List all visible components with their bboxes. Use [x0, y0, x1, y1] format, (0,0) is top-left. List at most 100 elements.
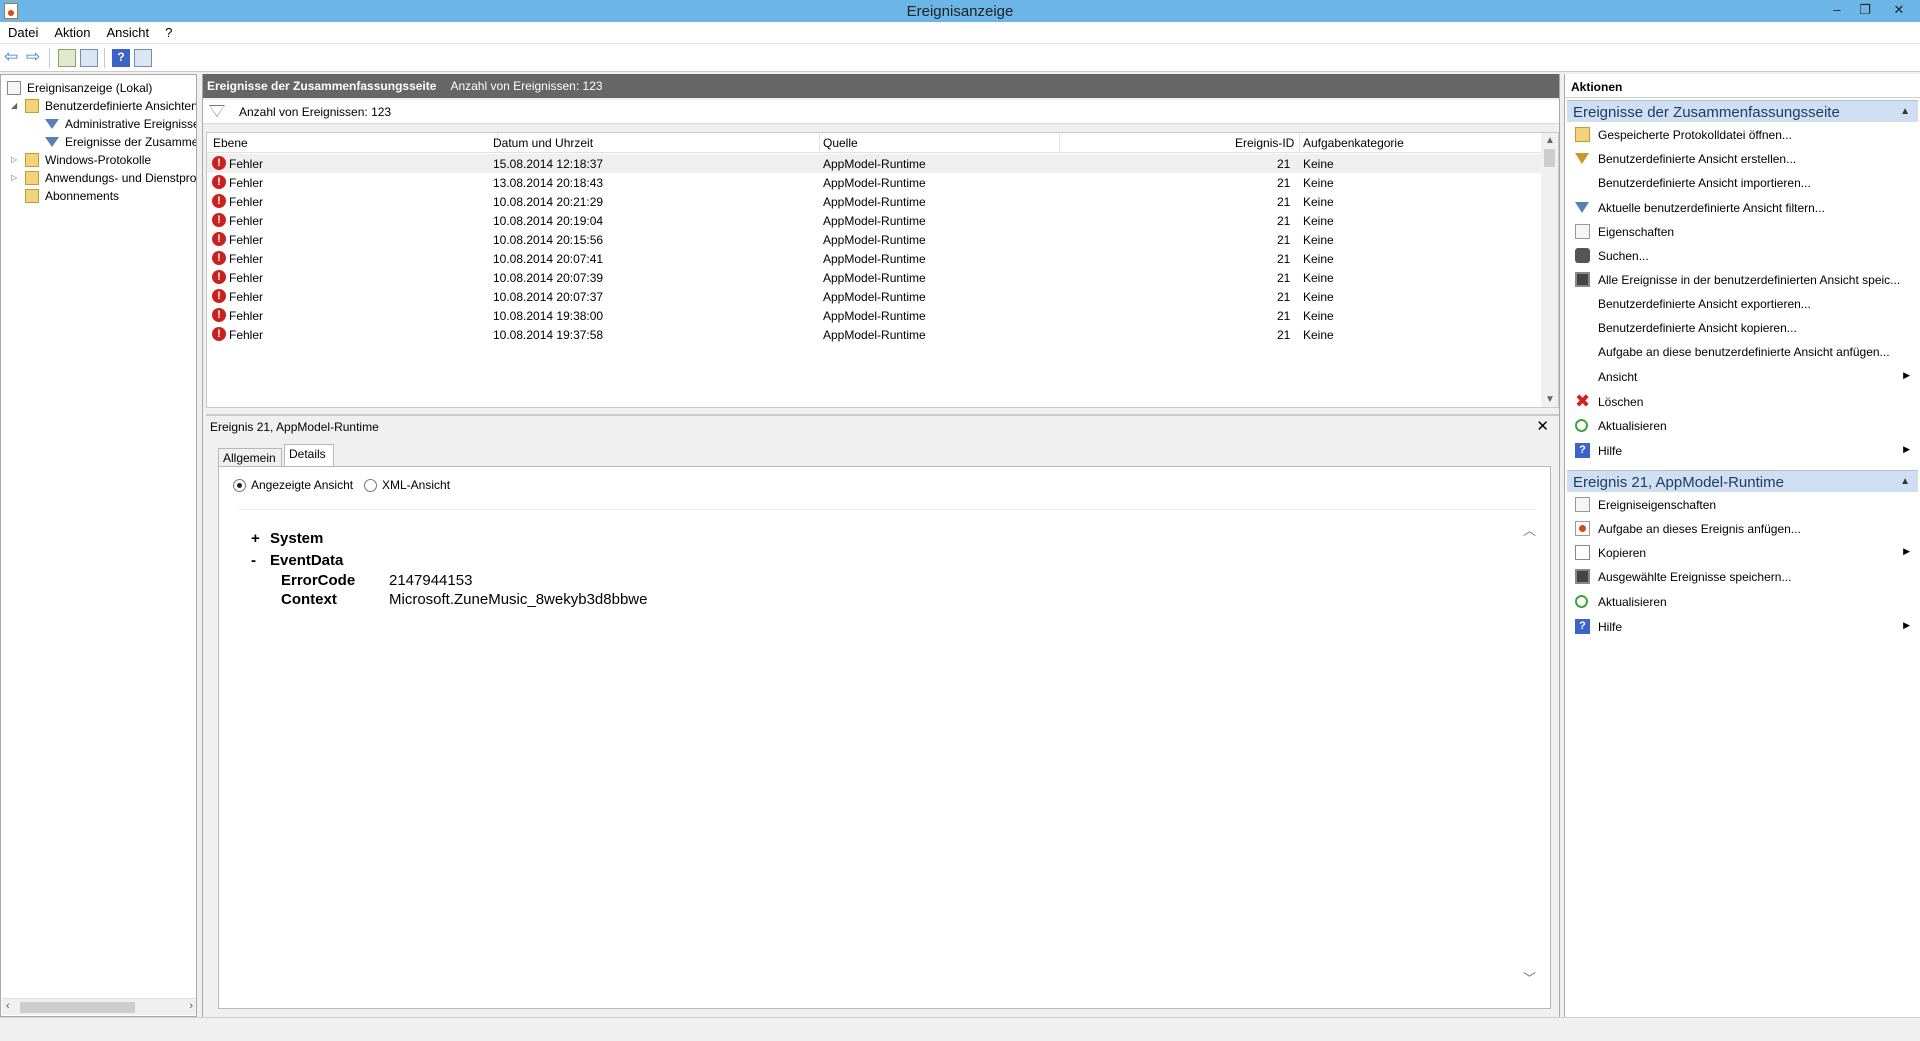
- column-header-event-id[interactable]: Ereignis-ID: [1235, 136, 1294, 150]
- actions-section-event[interactable]: Ereignis 21, AppModel-Runtime ▲: [1567, 470, 1918, 492]
- scroll-thumb[interactable]: [20, 1002, 135, 1013]
- cell-source: AppModel-Runtime: [823, 290, 926, 304]
- scroll-down-icon[interactable]: ﹀: [1523, 968, 1536, 987]
- node-system[interactable]: System: [270, 530, 323, 547]
- action-export-custom-view[interactable]: Benutzerdefinierte Ansicht exportieren..…: [1567, 294, 1918, 314]
- table-vertical-scrollbar[interactable]: ▲ ▼: [1541, 133, 1558, 407]
- action-help-submenu[interactable]: ? Hilfe ▶: [1567, 441, 1918, 461]
- table-row[interactable]: ! Fehler 13.08.2014 20:18:43 AppModel-Ru…: [207, 173, 1542, 192]
- minimize-button[interactable]: –: [1824, 0, 1850, 22]
- properties-icon: [1575, 224, 1590, 239]
- menu-aktion[interactable]: Aktion: [46, 22, 98, 44]
- error-icon: !: [212, 327, 226, 341]
- scroll-left-icon[interactable]: ‹: [6, 1000, 10, 1012]
- collapse-icon[interactable]: ▲: [1900, 476, 1910, 487]
- radio-button-selected[interactable]: [233, 479, 246, 492]
- action-open-saved-log[interactable]: Gespeicherte Protokolldatei öffnen...: [1567, 125, 1918, 145]
- open-log-icon: [1575, 127, 1590, 142]
- submenu-arrow-icon: ▶: [1903, 370, 1910, 380]
- cell-event-id: 21: [1277, 328, 1291, 342]
- action-filter-current-view[interactable]: Aktuelle benutzerdefinierte Ansicht filt…: [1567, 198, 1918, 218]
- action-label: Kopieren: [1598, 546, 1647, 560]
- action-find[interactable]: Suchen...: [1567, 246, 1918, 266]
- action-view-submenu[interactable]: Ansicht ▶: [1567, 367, 1918, 387]
- action-attach-task-event[interactable]: Aufgabe an dieses Ereignis anfügen...: [1567, 519, 1918, 539]
- menu-datei[interactable]: Datei: [0, 22, 46, 44]
- column-header-date[interactable]: Datum und Uhrzeit: [493, 136, 593, 150]
- toolbar: ⇦ ⇨ ?: [0, 44, 1920, 72]
- column-header-source[interactable]: Quelle: [823, 136, 858, 150]
- cell-event-id: 21: [1277, 290, 1291, 304]
- scroll-right-icon[interactable]: ›: [189, 1000, 193, 1012]
- menu-ansicht[interactable]: Ansicht: [99, 22, 158, 44]
- table-row[interactable]: ! Fehler 10.08.2014 20:21:29 AppModel-Ru…: [207, 192, 1542, 211]
- action-create-custom-view[interactable]: Benutzerdefinierte Ansicht erstellen...: [1567, 149, 1918, 169]
- table-row[interactable]: ! Fehler 10.08.2014 20:07:39 AppModel-Ru…: [207, 268, 1542, 287]
- forward-arrow-icon[interactable]: ⇨: [26, 48, 44, 67]
- expand-icon[interactable]: ▷: [11, 151, 21, 169]
- table-row[interactable]: ! Fehler 10.08.2014 20:19:04 AppModel-Ru…: [207, 211, 1542, 230]
- actions-header: Aktionen: [1565, 74, 1920, 98]
- cell-category: Keine: [1303, 271, 1334, 285]
- action-save-all-events[interactable]: Alle Ereignisse in der benutzerdefiniert…: [1567, 270, 1918, 290]
- status-bar: [0, 1017, 1920, 1041]
- table-row[interactable]: ! Fehler 10.08.2014 20:07:41 AppModel-Ru…: [207, 249, 1542, 268]
- scroll-up-icon[interactable]: ▲: [1545, 135, 1555, 146]
- tab-allgemein[interactable]: Allgemein: [218, 448, 282, 467]
- column-header-category[interactable]: Aufgabenkategorie: [1303, 136, 1404, 150]
- action-import-custom-view[interactable]: Benutzerdefinierte Ansicht importieren..…: [1567, 173, 1918, 193]
- action-save-selected[interactable]: Ausgewählte Ereignisse speichern...: [1567, 567, 1918, 587]
- column-separator[interactable]: [1299, 133, 1300, 153]
- action-attach-task-view[interactable]: Aufgabe an diese benutzerdefinierte Ansi…: [1567, 342, 1918, 362]
- column-separator[interactable]: [1059, 133, 1060, 153]
- radio-button[interactable]: [364, 479, 377, 492]
- action-copy-submenu[interactable]: Kopieren ▶: [1567, 543, 1918, 563]
- field-value-errorcode: 2147944153: [389, 572, 473, 589]
- scroll-down-icon[interactable]: ▼: [1545, 394, 1555, 405]
- toolbar-separator: [49, 48, 50, 68]
- tab-details[interactable]: Details: [284, 444, 334, 467]
- details-vertical-scrollbar[interactable]: ︿ ﹀: [1520, 510, 1536, 997]
- show-hide-tree-icon[interactable]: [80, 49, 98, 67]
- help-icon[interactable]: ?: [112, 49, 130, 67]
- action-copy-custom-view[interactable]: Benutzerdefinierte Ansicht kopieren...: [1567, 318, 1918, 338]
- show-action-pane-icon[interactable]: [134, 49, 152, 67]
- expand-icon[interactable]: ▷: [11, 169, 21, 187]
- column-separator[interactable]: [819, 133, 820, 153]
- table-row[interactable]: ! Fehler 10.08.2014 20:07:37 AppModel-Ru…: [207, 287, 1542, 306]
- detail-title: Ereignis 21, AppModel-Runtime: [210, 420, 379, 434]
- column-header-level[interactable]: Ebene: [213, 136, 248, 150]
- table-row[interactable]: ! Fehler 10.08.2014 19:38:00 AppModel-Ru…: [207, 306, 1542, 325]
- menu-help[interactable]: ?: [157, 22, 180, 44]
- scroll-thumb[interactable]: [1544, 149, 1555, 167]
- action-refresh[interactable]: Aktualisieren: [1567, 592, 1918, 612]
- table-row[interactable]: ! Fehler 10.08.2014 19:37:58 AppModel-Ru…: [207, 325, 1542, 344]
- collapse-icon[interactable]: ◢: [11, 97, 21, 115]
- up-level-icon[interactable]: [58, 49, 76, 67]
- cell-level: Fehler: [229, 157, 264, 171]
- actions-section-summary-view[interactable]: Ereignisse der Zusammenfassungsseite ▲: [1567, 100, 1918, 122]
- tree-item-label: Benutzerdefinierte Ansichten: [45, 99, 197, 113]
- action-help-submenu[interactable]: ? Hilfe ▶: [1567, 617, 1918, 637]
- action-properties[interactable]: Eigenschaften: [1567, 222, 1918, 242]
- find-icon: [1575, 248, 1590, 263]
- back-arrow-icon[interactable]: ⇦: [4, 48, 22, 67]
- close-button[interactable]: ✕: [1878, 0, 1920, 22]
- close-detail-icon[interactable]: ✕: [1536, 417, 1549, 435]
- error-icon: !: [212, 308, 226, 322]
- action-event-properties[interactable]: Ereigniseigenschaften: [1567, 495, 1918, 515]
- tree-horizontal-scrollbar[interactable]: ‹ ›: [2, 998, 196, 1015]
- table-row[interactable]: ! Fehler 15.08.2014 12:18:37 AppModel-Ru…: [207, 154, 1542, 173]
- action-delete[interactable]: ✖ Löschen: [1567, 392, 1918, 412]
- collapse-icon[interactable]: ▲: [1900, 106, 1910, 117]
- cell-category: Keine: [1303, 252, 1334, 266]
- node-eventdata[interactable]: EventData: [270, 552, 343, 569]
- action-refresh[interactable]: Aktualisieren: [1567, 416, 1918, 436]
- scroll-up-icon[interactable]: ︿: [1523, 520, 1536, 539]
- node-toggle-eventdata[interactable]: -: [251, 552, 256, 569]
- action-label: Aktuelle benutzerdefinierte Ansicht filt…: [1598, 201, 1825, 215]
- error-icon: !: [212, 289, 226, 303]
- restore-button[interactable]: ❐: [1852, 0, 1878, 22]
- node-toggle-system[interactable]: +: [251, 530, 260, 547]
- table-row[interactable]: ! Fehler 10.08.2014 20:15:56 AppModel-Ru…: [207, 230, 1542, 249]
